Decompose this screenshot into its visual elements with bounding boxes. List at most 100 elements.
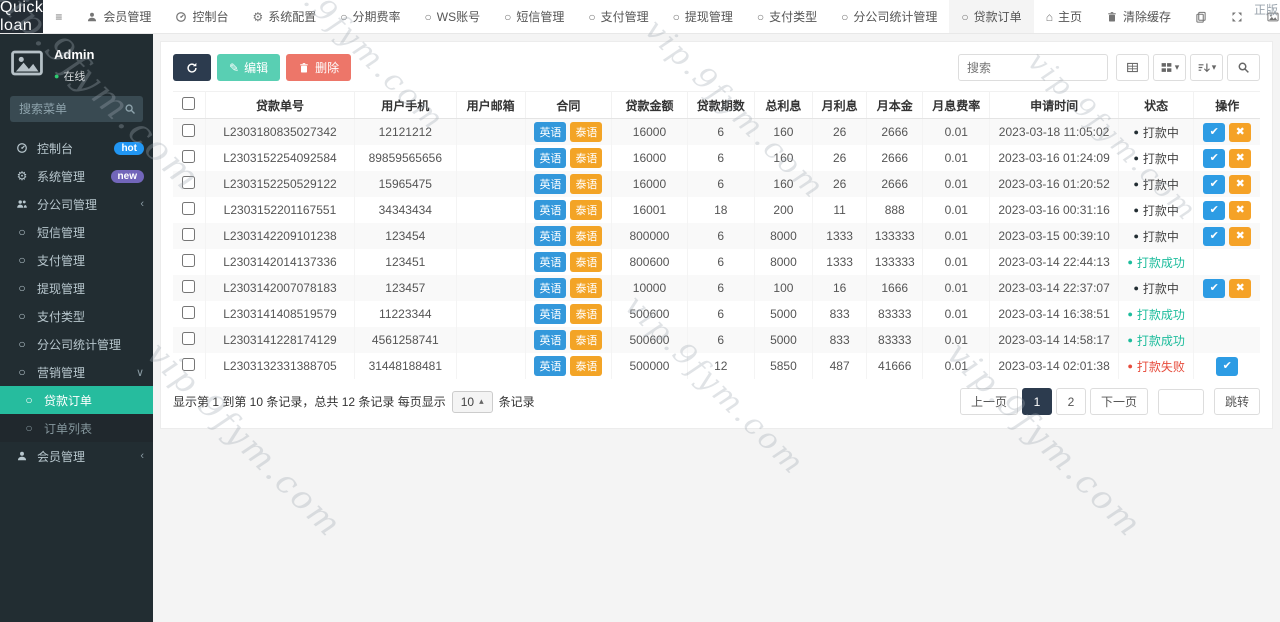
jump-button[interactable]: 跳转: [1214, 388, 1260, 415]
approve-button[interactable]: ✔: [1216, 357, 1238, 376]
edit-button[interactable]: ✎编辑: [217, 54, 280, 81]
topnav-item[interactable]: ○贷款订单: [949, 0, 1033, 33]
topnav-item[interactable]: ○分公司统计管理: [829, 0, 949, 33]
contract-lang-badge[interactable]: 泰语: [570, 148, 602, 168]
row-checkbox[interactable]: [182, 254, 195, 267]
contract-lang-badge[interactable]: 英语: [534, 278, 566, 298]
sidebar-item[interactable]: 控制台hot: [0, 134, 153, 162]
copy-button[interactable]: [1183, 0, 1219, 33]
refresh-button[interactable]: [173, 54, 211, 81]
sidebar-item[interactable]: ⚙系统管理new: [0, 162, 153, 190]
sidebar-item[interactable]: ○贷款订单: [0, 386, 153, 414]
row-checkbox[interactable]: [182, 332, 195, 345]
sidebar-item[interactable]: ○支付类型: [0, 302, 153, 330]
prev-page-button[interactable]: 上一页: [960, 388, 1018, 415]
topnav-item[interactable]: ○提现管理: [661, 0, 745, 33]
contract-lang-badge[interactable]: 泰语: [570, 122, 602, 142]
reject-button[interactable]: ✖: [1229, 149, 1251, 168]
sidebar-toggle-button[interactable]: ≡: [43, 0, 74, 33]
reject-button[interactable]: ✖: [1229, 201, 1251, 220]
reject-button[interactable]: ✖: [1229, 227, 1251, 246]
contract-lang-badge[interactable]: 英语: [534, 356, 566, 376]
row-checkbox[interactable]: [182, 202, 195, 215]
row-checkbox[interactable]: [182, 280, 195, 293]
row-checkbox[interactable]: [182, 150, 195, 163]
topnav-item[interactable]: ○短信管理: [492, 0, 576, 33]
contract-lang-badge[interactable]: 泰语: [570, 226, 602, 246]
export-button[interactable]: ▾: [1190, 54, 1223, 81]
topnav-item-label: 系统配置: [268, 8, 316, 25]
contract-lang-badge[interactable]: 英语: [534, 252, 566, 272]
sidebar-item[interactable]: ○分公司统计管理: [0, 330, 153, 358]
contract-lang-badge[interactable]: 泰语: [570, 252, 602, 272]
month-rate: 0.01: [923, 249, 990, 275]
sidebar-item[interactable]: ○短信管理: [0, 218, 153, 246]
sidebar-item-label: 控制台: [37, 140, 106, 157]
row-checkbox[interactable]: [182, 228, 195, 241]
total-interest: 5000: [754, 301, 812, 327]
app-logo[interactable]: Quick loan: [0, 0, 43, 33]
admin-user-menu[interactable]: Admin: [1255, 0, 1280, 33]
contract-lang-badge[interactable]: 泰语: [570, 356, 602, 376]
sidebar-item[interactable]: ○营销管理∨: [0, 358, 153, 386]
approve-button[interactable]: ✔: [1203, 149, 1225, 168]
topnav-item[interactable]: ○支付管理: [576, 0, 660, 33]
sidebar-item-label: 系统管理: [37, 168, 103, 185]
table-search-input[interactable]: [958, 54, 1108, 81]
contract-lang-badge[interactable]: 英语: [534, 226, 566, 246]
row-checkbox[interactable]: [182, 358, 195, 371]
page-size-select[interactable]: 10 ▴: [452, 391, 493, 413]
contract-lang-badge[interactable]: 泰语: [570, 278, 602, 298]
approve-button[interactable]: ✔: [1203, 175, 1225, 194]
order-no: L2303141408519579: [205, 301, 354, 327]
topnav-item[interactable]: ○WS账号: [413, 0, 493, 33]
sidebar-item[interactable]: 分公司管理‹: [0, 190, 153, 218]
contract-lang-badge[interactable]: 英语: [534, 174, 566, 194]
sidebar-item-label: 短信管理: [37, 224, 144, 241]
row-checkbox[interactable]: [182, 306, 195, 319]
delete-button[interactable]: 删除: [286, 54, 351, 81]
table-search-button[interactable]: [1227, 54, 1260, 81]
topnav-item[interactable]: 控制台: [163, 0, 240, 33]
contract-lang-badge[interactable]: 英语: [534, 148, 566, 168]
reject-button[interactable]: ✖: [1229, 175, 1251, 194]
row-checkbox[interactable]: [182, 124, 195, 137]
contract-lang-badge[interactable]: 泰语: [570, 330, 602, 350]
fullscreen-button[interactable]: [1219, 0, 1255, 33]
contract-lang-badge[interactable]: 泰语: [570, 304, 602, 324]
topnav-item[interactable]: 会员管理: [74, 0, 163, 33]
approve-button[interactable]: ✔: [1203, 123, 1225, 142]
search-icon[interactable]: [124, 103, 136, 115]
sidebar-item[interactable]: 会员管理‹: [0, 442, 153, 470]
next-page-button[interactable]: 下一页: [1090, 388, 1148, 415]
status-label: 打款失败: [1137, 358, 1185, 375]
columns-button[interactable]: ▾: [1153, 54, 1186, 81]
contract-lang-badge[interactable]: 英语: [534, 200, 566, 220]
topnav-item[interactable]: ○分期费率: [328, 0, 412, 33]
view-toggle-button[interactable]: [1116, 54, 1149, 81]
reject-button[interactable]: ✖: [1229, 123, 1251, 142]
approve-button[interactable]: ✔: [1203, 201, 1225, 220]
sidebar-item[interactable]: ○订单列表: [0, 414, 153, 442]
contract-lang-badge[interactable]: 泰语: [570, 200, 602, 220]
clear-cache-link[interactable]: 清除缓存: [1094, 0, 1183, 33]
contract-lang-badge[interactable]: 英语: [534, 304, 566, 324]
topnav-item[interactable]: ○支付类型: [745, 0, 829, 33]
sidebar-item[interactable]: ○提现管理: [0, 274, 153, 302]
contract-lang-badge[interactable]: 泰语: [570, 174, 602, 194]
approve-button[interactable]: ✔: [1203, 279, 1225, 298]
topnav-item[interactable]: ⚙系统配置: [240, 0, 328, 33]
sidebar-item-label: 贷款订单: [44, 392, 144, 409]
reject-button[interactable]: ✖: [1229, 279, 1251, 298]
contract-lang-badge[interactable]: 英语: [534, 122, 566, 142]
contract-lang-badge[interactable]: 英语: [534, 330, 566, 350]
page-jump-input[interactable]: [1158, 389, 1204, 415]
sidebar-item[interactable]: ○支付管理: [0, 246, 153, 274]
main-content: ✎编辑 删除 ▾▾ 贷款单号用户手机用户邮箱合同贷款金额贷款期数总利息月利息月本…: [153, 34, 1280, 622]
row-checkbox[interactable]: [182, 176, 195, 189]
page-button[interactable]: 1: [1022, 388, 1052, 415]
select-all-checkbox[interactable]: [182, 97, 195, 110]
page-button[interactable]: 2: [1056, 388, 1086, 415]
approve-button[interactable]: ✔: [1203, 227, 1225, 246]
home-link[interactable]: ⌂主页: [1034, 0, 1094, 33]
